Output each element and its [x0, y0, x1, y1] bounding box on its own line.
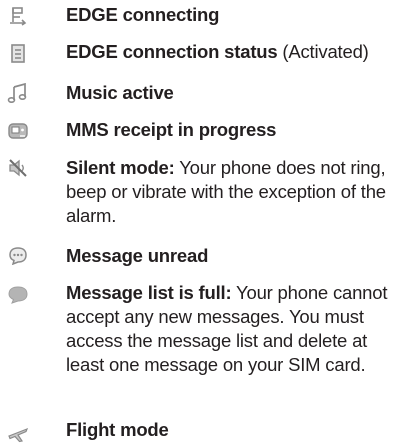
message-unread-icon: [6, 245, 30, 265]
legend-term: EDGE connection status: [66, 41, 278, 62]
legend-text: Silent mode: Your phone does not ring, b…: [66, 156, 390, 228]
legend-description: (Activated): [277, 41, 369, 62]
icon-legend-page: { "entries": [ { "icon": "edge-connectin…: [0, 0, 396, 444]
mms-receipt-icon: [6, 121, 30, 141]
legend-text: Music active: [66, 81, 390, 105]
silent-mode-icon: [6, 158, 30, 178]
legend-term: Message unread: [66, 245, 209, 266]
flight-mode-icon: [6, 423, 30, 443]
edge-connecting-icon: [6, 6, 30, 26]
legend-text: EDGE connecting: [66, 3, 390, 27]
legend-text: Message list is full: Your phone cannot …: [66, 281, 390, 377]
music-note-icon: [6, 83, 30, 103]
legend-term: Message list is full:: [66, 282, 232, 303]
legend-term: EDGE connecting: [66, 4, 220, 25]
legend-text: MMS receipt in progress: [66, 118, 390, 142]
legend-text: Flight mode: [66, 418, 390, 442]
legend-term: Music active: [66, 82, 174, 103]
legend-term: Flight mode: [66, 419, 169, 440]
legend-text: Message unread: [66, 244, 390, 268]
legend-text: EDGE connection status (Activated): [66, 40, 390, 64]
legend-term: Silent mode:: [66, 157, 175, 178]
message-list-full-icon: [6, 284, 30, 304]
edge-status-icon: [6, 44, 30, 64]
legend-term: MMS receipt in progress: [66, 119, 277, 140]
